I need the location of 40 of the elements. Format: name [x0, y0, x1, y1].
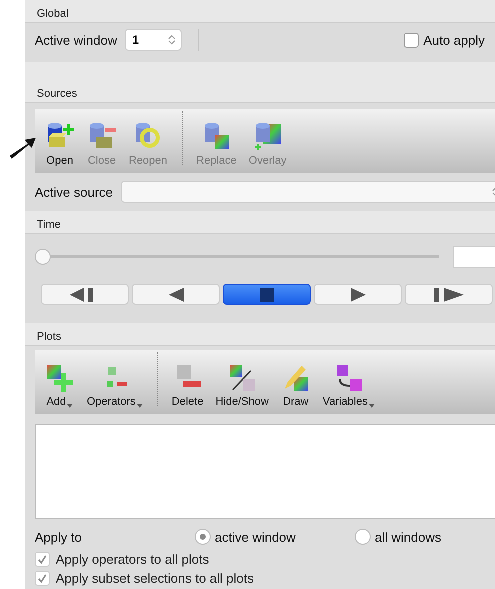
checkmark-icon — [38, 555, 47, 564]
checkbox-label: Apply subset selections to all plots — [56, 571, 254, 586]
toolbar-button[interactable]: Open — [39, 122, 81, 167]
toolbar-button[interactable]: Draw — [274, 363, 317, 408]
caret-icon — [136, 404, 143, 408]
section-title: Global — [37, 8, 70, 21]
section-title: Time — [37, 219, 62, 232]
overlay-tool-icon — [252, 122, 283, 152]
checkbox-label: Auto apply — [424, 32, 485, 48]
pointer-arrow-icon — [8, 136, 38, 160]
spin-box[interactable]: 1 — [125, 29, 182, 51]
section-title: Plots — [37, 331, 62, 344]
step-back-icon — [168, 288, 184, 302]
caret-icon — [67, 404, 74, 408]
hide-tool-icon — [227, 363, 258, 393]
field-label: Apply to — [35, 530, 83, 544]
skip-forward-icon — [434, 288, 464, 302]
playback-button[interactable] — [223, 284, 311, 305]
toolbar-button[interactable]: Delete — [166, 363, 210, 408]
slider-thumb[interactable] — [35, 249, 51, 265]
checkmark-icon — [38, 574, 47, 583]
checkbox[interactable] — [404, 32, 419, 48]
toolbar-button[interactable]: Add — [39, 363, 81, 408]
play-icon — [350, 288, 366, 302]
caret-icon — [368, 404, 375, 408]
section-title: Sources — [37, 88, 78, 101]
plot-list[interactable] — [35, 424, 495, 519]
checkbox-label: Apply operators to all plots — [56, 552, 210, 567]
radio-button[interactable] — [355, 529, 371, 545]
stepper-icon — [168, 34, 176, 46]
toolbar-button[interactable]: Variables — [316, 363, 381, 408]
radio-label: active window — [215, 530, 296, 544]
field-label: Active source — [35, 184, 114, 200]
toolbar-button[interactable]: Operators — [81, 363, 149, 408]
stop-icon — [260, 288, 274, 302]
radio-label: all windows — [375, 530, 442, 544]
add-tool-icon — [45, 363, 75, 393]
radio-button[interactable] — [195, 529, 211, 545]
field-label: Active window — [35, 32, 118, 48]
toolbar-button[interactable]: Hide/Show — [210, 363, 275, 408]
